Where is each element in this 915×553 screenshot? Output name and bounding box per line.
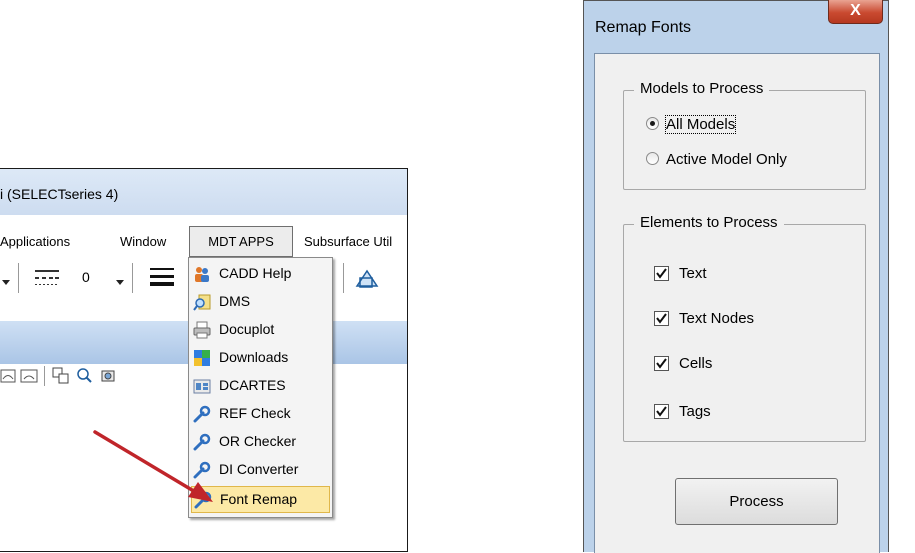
checkbox-tags[interactable]: Tags [654,403,804,421]
remap-fonts-dialog: Remap Fonts X Models to Process All Mode… [583,0,889,553]
checkbox-cells[interactable]: Cells [654,355,804,373]
red-pointer-arrow-icon [93,430,213,502]
radio-selected-dot [650,121,655,126]
radio-all-models[interactable]: All Models [646,115,806,134]
dialog-title: Remap Fonts [595,19,692,36]
dialog-client-area: Models to Process All Models Active Mode… [594,53,880,553]
process-button[interactable]: Process [675,478,838,525]
checkbox-text-nodes[interactable]: Text Nodes [654,310,804,328]
checkbox[interactable] [654,266,669,281]
models-group-legend: Models to Process [634,80,770,97]
application-window: i (SELECTseries 4) Applications Window M… [0,168,408,552]
close-button[interactable]: X [828,0,883,24]
models-group: Models to Process All Models Active Mode… [623,80,866,190]
elements-group: Elements to Process Text Text Nodes Cell… [623,214,866,442]
radio-button[interactable] [646,117,659,130]
checkbox[interactable] [654,311,669,326]
elements-group-legend: Elements to Process [634,214,784,231]
checkbox[interactable] [654,404,669,419]
checkbox-text[interactable]: Text [654,265,804,283]
radio-button[interactable] [646,152,659,165]
radio-active-model-only[interactable]: Active Model Only [646,151,826,169]
checkbox[interactable] [654,356,669,371]
